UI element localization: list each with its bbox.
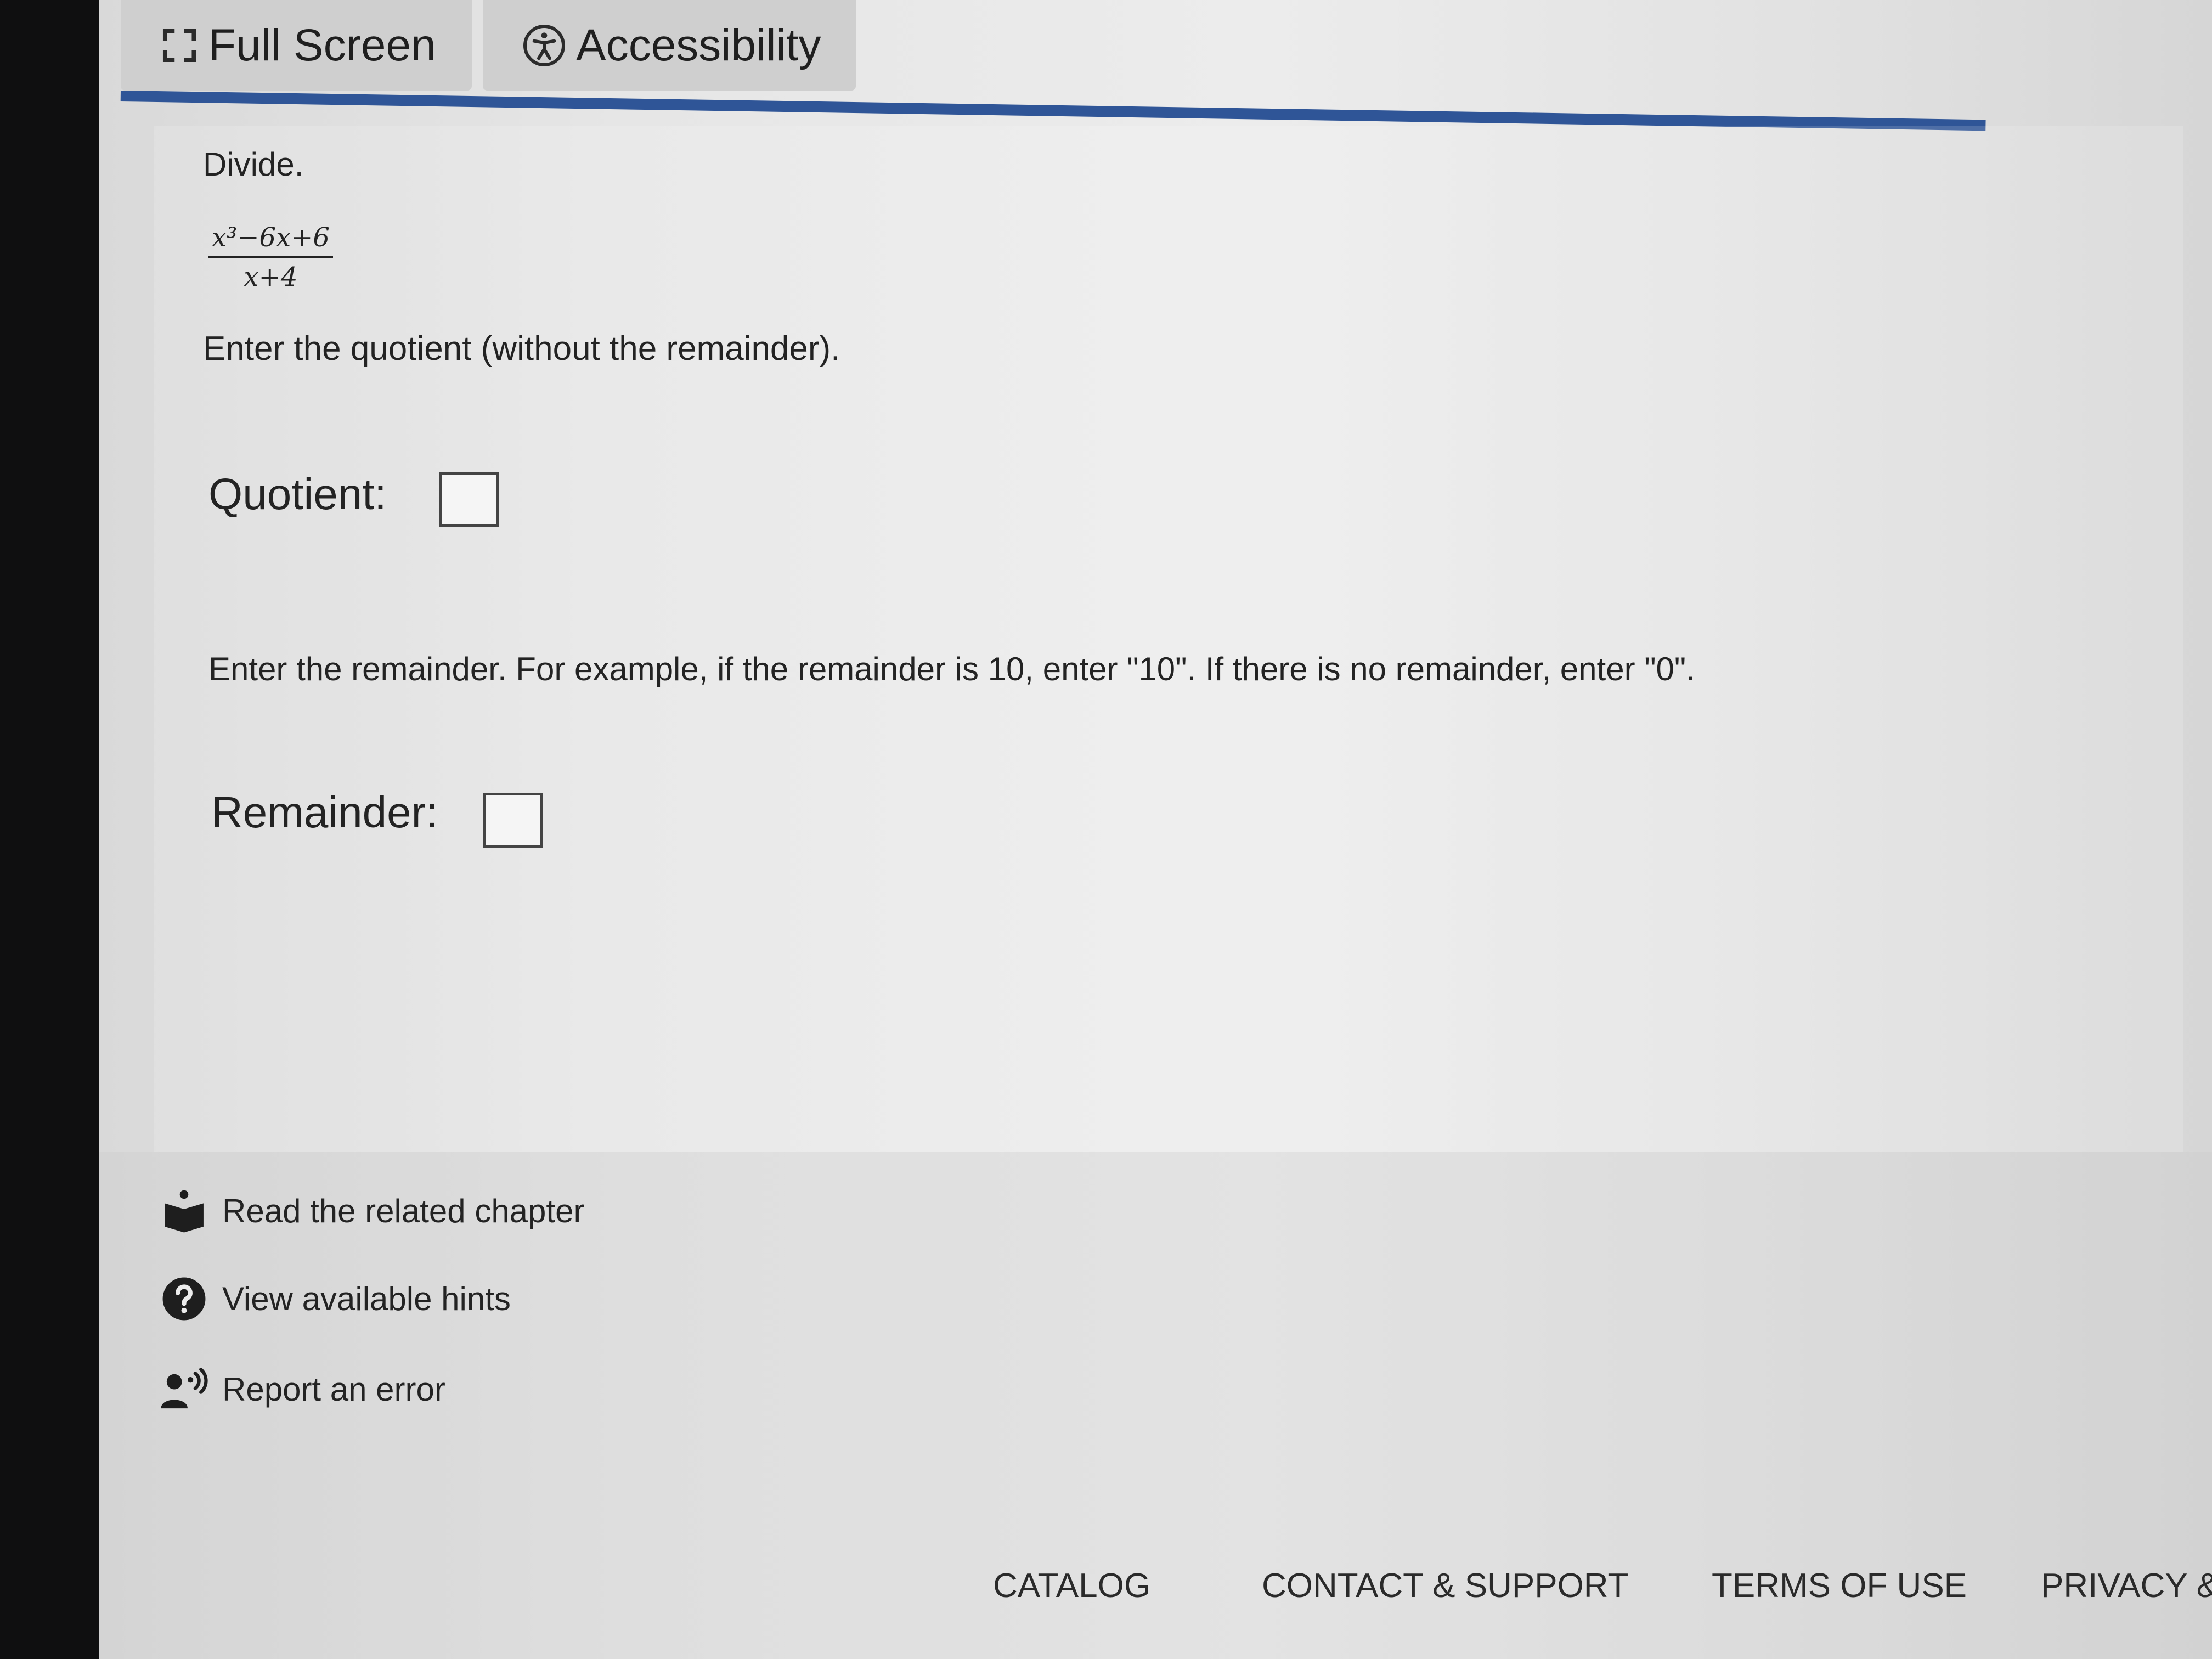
accessibility-button[interactable]: Accessibility <box>483 0 856 91</box>
app-screen: Full Screen Accessibility Divide. x³−6x+… <box>99 0 2212 1659</box>
fraction-denominator: x+4 <box>244 262 298 292</box>
fraction-bar <box>208 256 333 258</box>
full-screen-button[interactable]: Full Screen <box>121 0 472 91</box>
question-panel <box>154 126 2183 1152</box>
accessibility-label: Accessibility <box>576 20 821 70</box>
full-screen-label: Full Screen <box>208 20 436 70</box>
report-error-link[interactable]: Report an error <box>159 1366 445 1413</box>
footer-link-catalog[interactable]: CATALOG <box>993 1566 1150 1605</box>
question-circle-icon <box>159 1276 208 1322</box>
polynomial-fraction: x³−6x+6 x+4 <box>208 222 333 292</box>
view-hints-label: View available hints <box>222 1280 511 1317</box>
remainder-input[interactable] <box>483 793 543 848</box>
quotient-input[interactable] <box>439 472 499 527</box>
question-prompt: Divide. <box>203 146 304 183</box>
footer-link-terms-of-use[interactable]: TERMS OF USE <box>1712 1566 1967 1605</box>
view-hints-link[interactable]: View available hints <box>159 1276 511 1322</box>
accessibility-icon <box>522 24 566 67</box>
quotient-label: Quotient: <box>208 470 387 518</box>
read-chapter-label: Read the related chapter <box>222 1193 585 1229</box>
quotient-instruction: Enter the quotient (without the remainde… <box>203 330 840 368</box>
report-error-label: Report an error <box>222 1371 445 1408</box>
progress-accent-line <box>120 91 1986 131</box>
book-reader-icon <box>159 1188 208 1234</box>
remainder-instruction: Enter the remainder. For example, if the… <box>208 651 1695 687</box>
footer-link-privacy[interactable]: PRIVACY & <box>2041 1566 2212 1605</box>
footer-link-contact-support[interactable]: CONTACT & SUPPORT <box>1262 1566 1628 1605</box>
read-chapter-link[interactable]: Read the related chapter <box>159 1188 584 1234</box>
top-toolbar: Full Screen Accessibility <box>99 0 2212 93</box>
fullscreen-icon <box>160 26 199 65</box>
remainder-label: Remainder: <box>211 788 438 837</box>
report-speaker-icon <box>159 1366 208 1413</box>
fraction-numerator: x³−6x+6 <box>212 222 330 253</box>
